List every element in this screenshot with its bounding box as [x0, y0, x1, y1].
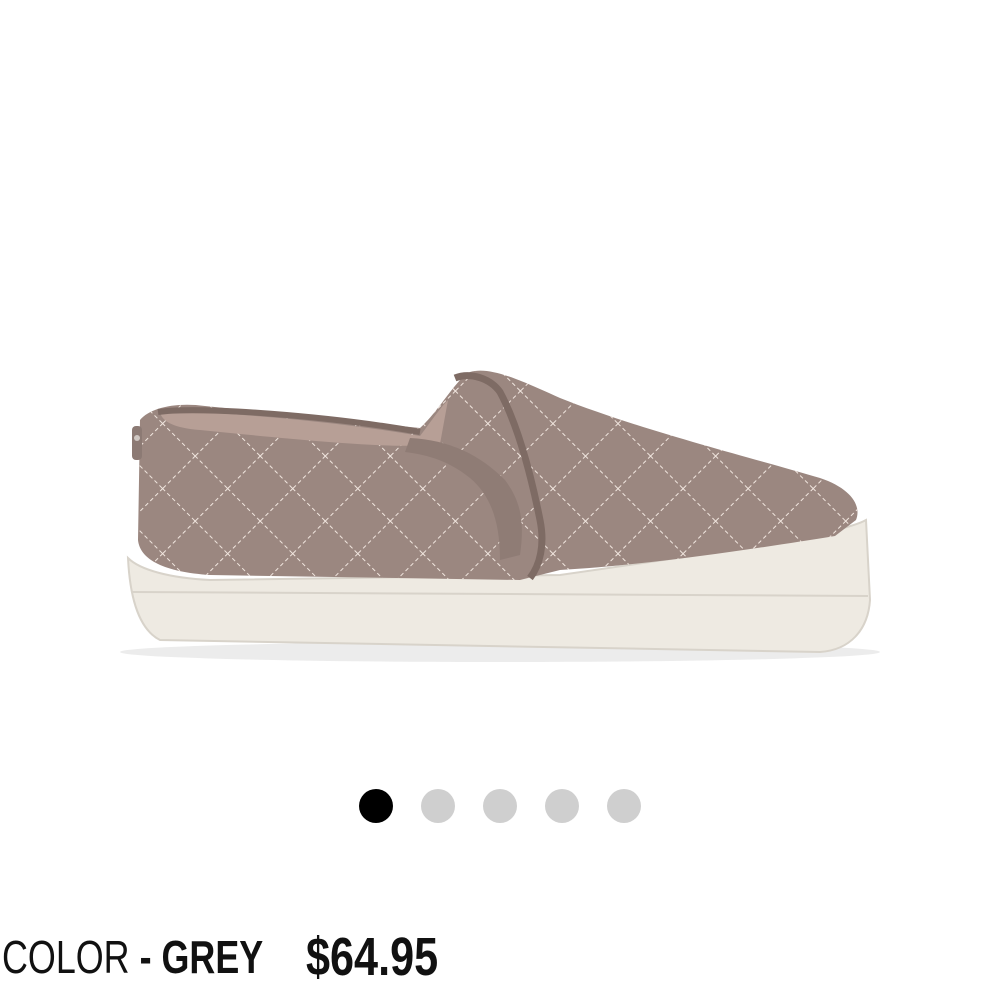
carousel-dot-4[interactable] [545, 789, 579, 823]
carousel-dot-5[interactable] [607, 789, 641, 823]
image-carousel-indicators [0, 788, 1000, 824]
product-info-bar: COLOR - GREY $64.95 [0, 922, 471, 992]
color-label-group: COLOR - GREY [2, 930, 263, 984]
color-label: COLOR [2, 931, 130, 983]
shoe-illustration [120, 370, 880, 662]
product-page: COLOR - GREY $64.95 [0, 0, 1000, 1000]
product-image[interactable] [0, 0, 1000, 760]
product-price: $64.95 [306, 927, 439, 987]
carousel-dot-1[interactable] [359, 789, 393, 823]
color-info: COLOR - GREY [0, 930, 270, 984]
color-separator: - [129, 931, 162, 983]
color-value: GREY [161, 931, 264, 983]
carousel-dot-3[interactable] [483, 789, 517, 823]
carousel-dot-2[interactable] [421, 789, 455, 823]
